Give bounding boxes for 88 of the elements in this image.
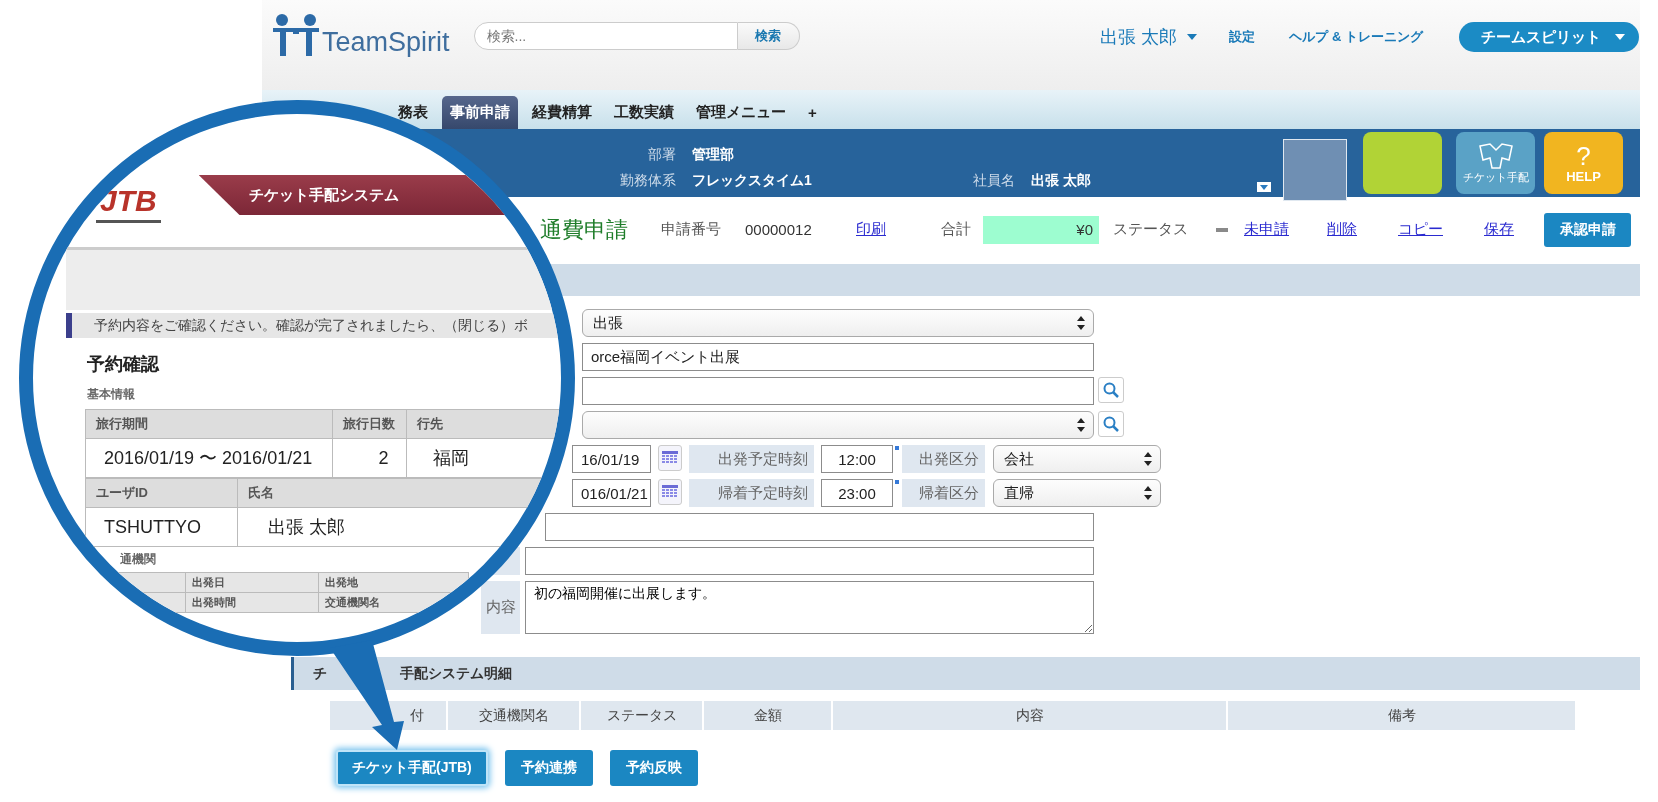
- search-field[interactable]: 検索...: [473, 22, 738, 50]
- status-link[interactable]: 未申請: [1244, 220, 1327, 239]
- table-cell: 2016/01/19 〜 2016/01/21: [85, 438, 333, 478]
- field-label: 出発予定時刻: [689, 445, 814, 473]
- column-header: 旅行日数: [332, 409, 407, 439]
- logo-icon: [273, 14, 319, 56]
- required-mark: [895, 480, 899, 484]
- tab[interactable]: +: [800, 96, 825, 129]
- section-title: 手配システム明細: [400, 664, 512, 683]
- action-link[interactable]: 保存: [1484, 220, 1544, 239]
- time-field[interactable]: 23:00: [821, 479, 893, 507]
- column-header: 旅行期間: [85, 409, 333, 439]
- action-link[interactable]: 削除: [1327, 220, 1398, 239]
- field-value: 管理部: [692, 146, 735, 164]
- field-label: 申請番号: [661, 220, 722, 239]
- request-number: 00000012: [745, 221, 813, 238]
- required-mark: [895, 446, 899, 450]
- calendar-icon: [662, 485, 678, 499]
- column-header: 内容: [833, 701, 1226, 730]
- column-header: 出発日: [185, 572, 319, 593]
- column-header: ステータス: [581, 701, 702, 730]
- photo-placeholder: [1283, 139, 1347, 201]
- field-value: 出張 太郎: [1031, 172, 1091, 190]
- jtb-logo: JTB: [96, 182, 161, 223]
- date-field[interactable]: 016/01/21: [572, 479, 651, 507]
- logo-text: TeamSpirit: [322, 29, 450, 56]
- field-label: 勤務体系: [620, 172, 676, 190]
- booking-button[interactable]: 予約連携: [504, 750, 593, 786]
- caret-icon: [1615, 34, 1625, 40]
- app-menu-button[interactable]: チームスピリット: [1459, 22, 1639, 52]
- field-label: 部署: [648, 146, 676, 164]
- column-header: ユーザID: [85, 478, 238, 508]
- tab[interactable]: 工数実績: [606, 96, 682, 129]
- search-icon: [1103, 382, 1119, 398]
- field-label: 帰着予定時刻: [689, 479, 814, 507]
- total-amount: ¥0: [983, 215, 1099, 244]
- field-label: 社員名: [973, 172, 1015, 190]
- help-link[interactable]: ヘルプ & トレーニング: [1289, 22, 1423, 52]
- search-button[interactable]: [1098, 377, 1124, 403]
- dropdown-icon[interactable]: [1257, 182, 1271, 192]
- booking-button[interactable]: 予約反映: [609, 750, 698, 786]
- page-title: 通費申請: [540, 215, 629, 244]
- select-field[interactable]: 出張: [582, 309, 1094, 337]
- select-field[interactable]: 直帰: [993, 479, 1161, 507]
- calendar-button[interactable]: [658, 445, 682, 471]
- column-header: 行先: [406, 409, 561, 439]
- tab[interactable]: 事前申請: [442, 96, 518, 129]
- column-header: 金額: [704, 701, 831, 730]
- section-title: 予約確認: [87, 353, 161, 376]
- calendar-icon: [662, 451, 678, 465]
- field-label: 合計: [941, 220, 972, 239]
- tab[interactable]: 管理メニュー: [688, 96, 794, 129]
- updown-arrows-icon: [1144, 486, 1152, 500]
- column-header: 交通機関名: [448, 701, 579, 730]
- app-tile[interactable]: [1363, 132, 1442, 194]
- field-label: 出発区分: [902, 445, 985, 473]
- table-cell: 2: [332, 438, 407, 478]
- search-icon: [1103, 416, 1119, 432]
- updown-arrows-icon: [1077, 418, 1085, 432]
- updown-arrows-icon: [1144, 452, 1152, 466]
- settings-link[interactable]: 設定: [1229, 22, 1256, 52]
- search-button[interactable]: [1098, 411, 1124, 437]
- field-value: フレックスタイム1: [692, 172, 813, 190]
- print-link[interactable]: 印刷: [856, 220, 941, 239]
- field-label: ステータス: [1113, 220, 1189, 239]
- column-header: 備考: [1228, 701, 1575, 730]
- subsection-label: 基本情報: [87, 386, 136, 403]
- time-field[interactable]: 12:00: [821, 445, 893, 473]
- select-field[interactable]: [582, 411, 1094, 439]
- field-label: 内容: [481, 581, 520, 634]
- date-field[interactable]: 16/01/19: [572, 445, 651, 473]
- column-header: 出発地: [318, 572, 469, 593]
- user-menu[interactable]: 出張 太郎: [1100, 22, 1198, 52]
- submit-button[interactable]: 承認申請: [1544, 212, 1631, 247]
- input-field[interactable]: [582, 377, 1094, 405]
- caret-icon: [1187, 34, 1198, 40]
- subsection-label: 通機関: [120, 551, 156, 568]
- input-field[interactable]: orce福岡イベント出展: [582, 343, 1094, 371]
- select-field[interactable]: 会社: [993, 445, 1161, 473]
- ticket-booking-button[interactable]: チケット手配(JTB): [336, 750, 488, 786]
- action-link[interactable]: コピー: [1398, 220, 1484, 239]
- calendar-button[interactable]: [658, 479, 682, 505]
- field-label: 帰着区分: [902, 479, 985, 507]
- table-cell: TSHUTTYO: [85, 507, 238, 547]
- status-icon: [1216, 227, 1228, 232]
- search-button[interactable]: 検索: [737, 22, 800, 50]
- updown-arrows-icon: [1077, 316, 1085, 330]
- section-title: チ: [313, 664, 327, 683]
